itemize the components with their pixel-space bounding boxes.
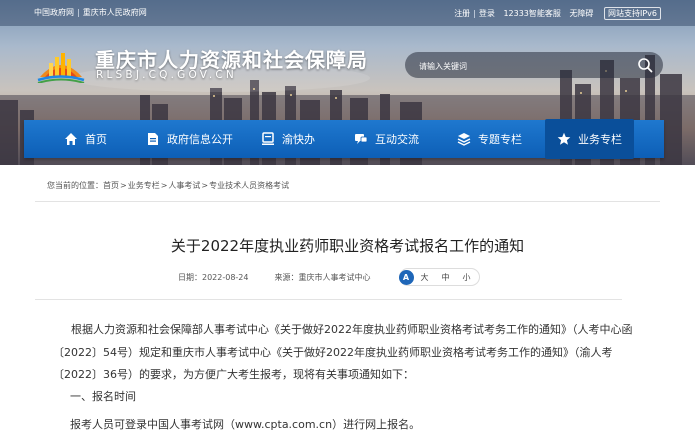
search-icon[interactable] [637, 57, 653, 73]
top-links-left: 中国政府网 | 重庆市人民政府网 [34, 7, 147, 18]
main-nav: 首页 政府信息公开 渝快办 互动交流 专题专栏 业务专栏 [24, 119, 664, 159]
nav-item-label: 政府信息公开 [167, 133, 233, 146]
breadcrumb-personnel-exam[interactable]: 人事考试 [168, 181, 200, 190]
font-size-small-button[interactable]: 小 [463, 272, 471, 283]
search-input[interactable] [417, 56, 621, 76]
ipv6-badge: 网站支持IPv6 [603, 7, 661, 20]
search-box [405, 52, 663, 78]
nav-item-label: 首页 [85, 133, 107, 146]
breadcrumb-prefix: 您当前的位置： [47, 181, 103, 190]
layers-icon [457, 133, 471, 146]
chat-icon [355, 134, 368, 144]
nav-item-topics[interactable]: 专题专栏 [457, 120, 522, 158]
service-icon [262, 132, 274, 145]
home-icon [65, 133, 77, 145]
breadcrumb: 您当前的位置：首页>业务专栏>人事考试>专业技术人员资格考试 [47, 180, 289, 191]
hotline-link[interactable]: 12333智能客服 [503, 8, 560, 19]
font-size-medium-button[interactable]: 中 [442, 272, 450, 283]
breadcrumb-home[interactable]: 首页 [103, 181, 119, 190]
nav-item-label: 业务专栏 [578, 133, 622, 146]
article-source: 来源：重庆市人事考试中心 [274, 272, 371, 282]
font-size-switcher: A 大 中 小 [398, 268, 480, 286]
site-logo-icon[interactable] [36, 43, 86, 83]
gov-cn-link[interactable]: 中国政府网 [34, 7, 74, 18]
breadcrumb-separator: > [201, 181, 209, 190]
nav-item-business[interactable]: 业务专栏 [545, 119, 634, 159]
top-link-separator: | [473, 9, 476, 18]
nav-item-yukuaiban[interactable]: 渝快办 [261, 120, 315, 158]
login-link[interactable]: 登录 [479, 8, 495, 19]
breadcrumb-separator: > [120, 181, 127, 190]
nav-item-label: 互动交流 [375, 133, 419, 146]
register-link[interactable]: 注册 [454, 8, 470, 19]
font-size-large-button[interactable]: 大 [421, 272, 429, 283]
accessibility-link[interactable]: 无障碍 [569, 8, 593, 19]
top-link-separator: | [77, 8, 80, 17]
breadcrumb-separator: > [160, 181, 168, 190]
font-size-icon: A [398, 269, 414, 285]
document-icon [148, 133, 158, 145]
article-paragraph: 报考人员可登录中国人事考试网（www.cpta.com.cn）进行网上报名。 [70, 418, 421, 431]
nav-item-gov-info[interactable]: 政府信息公开 [146, 120, 233, 158]
article-meta: 日期：2022-08-24 来源：重庆市人事考试中心 A 大 中 小 [178, 268, 480, 286]
breadcrumb-qualification-exam[interactable]: 专业技术人员资格考试 [209, 181, 289, 190]
breadcrumb-business[interactable]: 业务专栏 [128, 181, 160, 190]
divider [35, 299, 622, 300]
site-domain: RLSBJ.CQ.GOV.CN [96, 69, 237, 81]
divider [35, 201, 660, 202]
article-date: 日期：2022-08-24 [178, 272, 249, 282]
nav-item-home[interactable]: 首页 [64, 120, 107, 158]
nav-item-interaction[interactable]: 互动交流 [354, 120, 419, 158]
top-links-right: 注册 | 登录 12333智能客服 无障碍 网站支持IPv6 [454, 7, 661, 20]
article-paragraph: 根据人力资源和社会保障部人事考试中心《关于做好2022年度执业药师职业资格考试考… [53, 323, 633, 381]
article-title: 关于2022年度执业药师职业资格考试报名工作的通知 [170, 237, 525, 255]
article-section-heading: 一、报名时间 [70, 390, 136, 403]
star-icon [557, 132, 571, 145]
cq-gov-link[interactable]: 重庆市人民政府网 [83, 7, 147, 18]
nav-item-label: 渝快办 [282, 133, 315, 146]
nav-item-label: 专题专栏 [478, 133, 522, 146]
